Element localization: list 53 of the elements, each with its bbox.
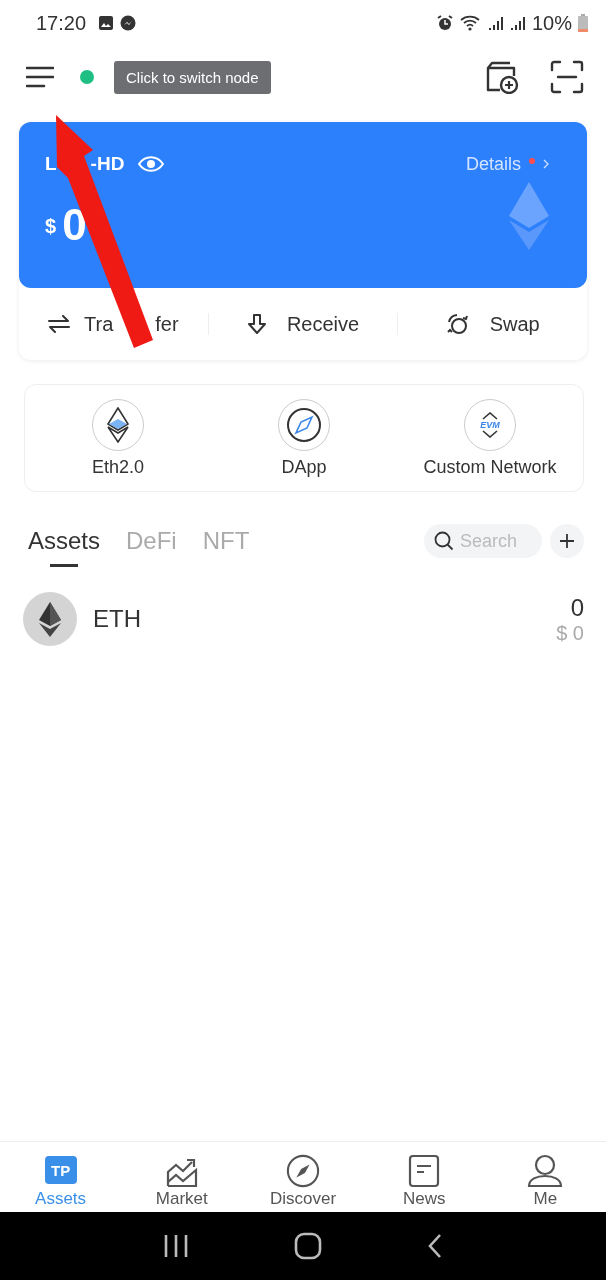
- recent-apps-icon[interactable]: [162, 1234, 189, 1258]
- image-icon: [98, 15, 115, 31]
- wifi-icon: [459, 14, 482, 32]
- search-field[interactable]: Search: [424, 524, 542, 558]
- nav-tab[interactable]: News: [363, 1142, 485, 1212]
- asset-amount: 0: [570, 593, 584, 622]
- document-icon: [408, 1154, 441, 1188]
- nav-tab[interactable]: Market: [121, 1142, 243, 1212]
- signal-icon: [509, 15, 526, 31]
- person-icon: [527, 1154, 564, 1188]
- chevron-right-icon[interactable]: [543, 159, 549, 169]
- download-icon: [246, 314, 267, 334]
- compass-icon: [286, 406, 322, 443]
- wallet-name: L: [45, 153, 57, 175]
- asset-value: $ 0: [556, 621, 584, 645]
- eye-icon[interactable]: [138, 156, 165, 172]
- nav-tab[interactable]: Discover: [242, 1142, 364, 1212]
- shortcut-item[interactable]: DApp: [211, 398, 397, 478]
- nav-tab[interactable]: Me: [484, 1142, 606, 1212]
- ethereum-logo-icon: [509, 182, 549, 250]
- balance-amount: 0: [62, 200, 87, 250]
- action-button[interactable]: Receive: [208, 312, 398, 336]
- wallet-card[interactable]: L -HD Details $0: [19, 122, 587, 288]
- battery-percent: 10%: [531, 11, 572, 35]
- asset-symbol: ETH: [93, 605, 141, 633]
- alarm-icon: [435, 14, 454, 32]
- shortcut-item[interactable]: EVM Custom Network: [397, 398, 583, 478]
- tooltip: Click to switch node: [114, 60, 271, 94]
- status-time: 17:20: [36, 11, 87, 35]
- messenger-icon: [120, 15, 137, 31]
- currency-symbol: $: [45, 215, 57, 238]
- add-button[interactable]: [550, 524, 584, 558]
- shortcut-item[interactable]: Eth2.0: [25, 398, 211, 478]
- swap-icon: [445, 312, 470, 336]
- battery-icon: [578, 14, 588, 32]
- wallet-add-icon[interactable]: [484, 60, 520, 94]
- signal-icon: [487, 15, 504, 31]
- action-button[interactable]: Swap: [398, 312, 587, 336]
- home-icon[interactable]: [294, 1232, 322, 1260]
- ethereum-icon: [106, 406, 130, 443]
- wallet-name: -HD: [90, 153, 125, 175]
- asset-row[interactable]: ETH 0 $ 0: [23, 592, 584, 646]
- node-status-icon[interactable]: [80, 70, 94, 84]
- compass-icon: [286, 1154, 320, 1188]
- transfer-icon: [48, 315, 71, 333]
- scan-icon[interactable]: [550, 60, 584, 94]
- ethereum-logo-icon: [23, 592, 77, 646]
- action-button[interactable]: Tra fer: [19, 312, 208, 336]
- menu-icon[interactable]: [26, 66, 54, 88]
- plus-icon: [559, 533, 575, 549]
- back-icon[interactable]: [427, 1233, 444, 1259]
- wallet-logo-icon: TP: [44, 1156, 77, 1184]
- notification-dot-icon: [529, 158, 535, 164]
